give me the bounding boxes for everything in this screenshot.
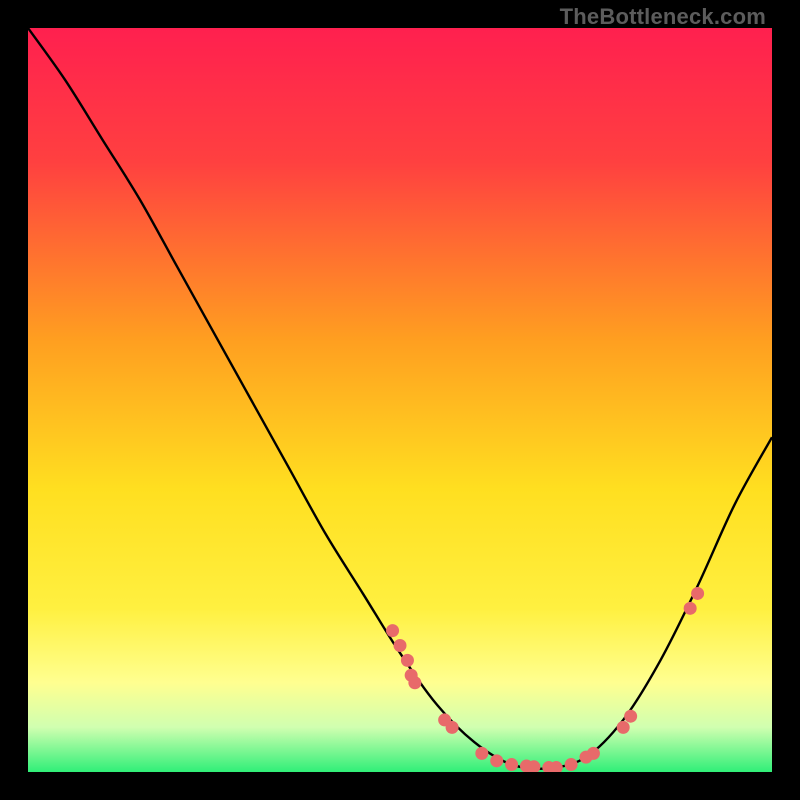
data-marker — [386, 624, 399, 637]
data-marker — [624, 710, 637, 723]
data-marker — [475, 747, 488, 760]
data-marker — [565, 758, 578, 771]
data-marker — [587, 747, 600, 760]
bottleneck-curve-chart — [28, 28, 772, 772]
data-marker — [490, 754, 503, 767]
data-marker — [394, 639, 407, 652]
data-marker — [505, 758, 518, 771]
data-marker — [691, 587, 704, 600]
data-marker — [446, 721, 459, 734]
attribution-watermark: TheBottleneck.com — [560, 4, 766, 30]
data-marker — [684, 602, 697, 615]
data-marker — [401, 654, 414, 667]
data-marker — [408, 676, 421, 689]
chart-frame — [28, 28, 772, 772]
data-marker — [617, 721, 630, 734]
